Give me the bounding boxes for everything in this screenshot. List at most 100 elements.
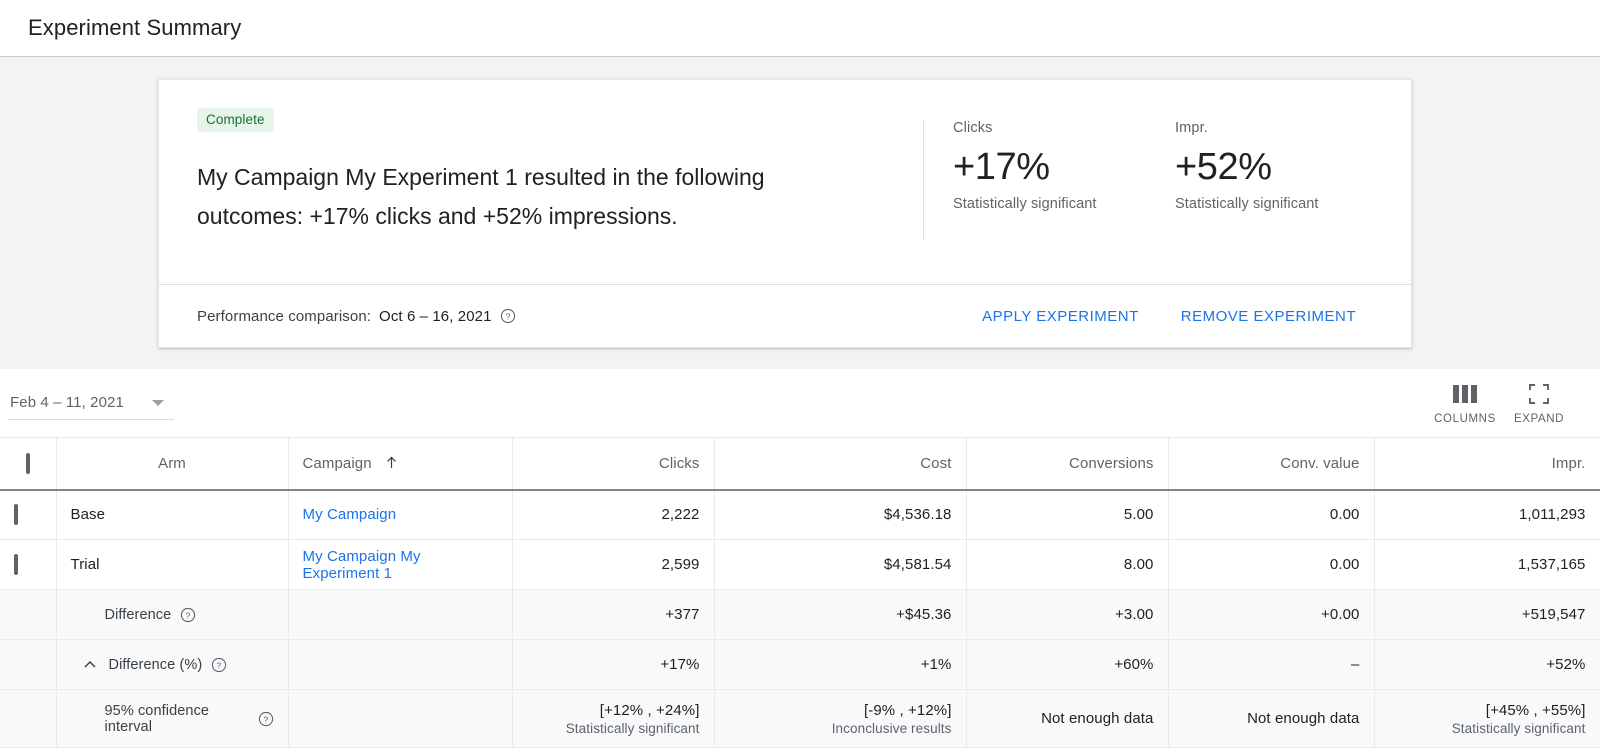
ci-impr-value: [+45% , +55%] — [1389, 702, 1586, 719]
row-checkbox[interactable] — [14, 504, 18, 525]
cell-conv-value: – — [1168, 640, 1374, 690]
cell-cost: +$45.36 — [714, 590, 966, 640]
row-select-cell — [0, 540, 56, 590]
expand-button[interactable]: EXPAND — [1502, 382, 1576, 425]
row-select-cell — [0, 640, 56, 690]
apply-experiment-button[interactable]: APPLY EXPERIMENT — [982, 302, 1139, 331]
help-circle-icon[interactable]: ? — [211, 657, 227, 673]
cell-campaign — [288, 640, 512, 690]
column-header-conversions[interactable]: Conversions — [966, 438, 1168, 490]
cell-cost: $4,536.18 — [714, 490, 966, 540]
table-row-confidence-interval: 95% confidence interval ? [+12% , +24%] … — [0, 690, 1600, 748]
card-left: Complete My Campaign My Experiment 1 res… — [197, 106, 923, 254]
metric-clicks-value: +17% — [953, 142, 1175, 192]
performance-comparison-range: Oct 6 – 16, 2021 — [379, 308, 492, 325]
column-header-cost[interactable]: Cost — [714, 438, 966, 490]
table-row-difference: Difference ? +377 +$45.36 +3.00 +0.00 +5… — [0, 590, 1600, 640]
metric-clicks-significance: Statistically significant — [953, 196, 1175, 212]
column-header-clicks[interactable]: Clicks — [512, 438, 714, 490]
cell-impr: [+45% , +55%] Statistically significant — [1374, 690, 1600, 748]
page-header: Experiment Summary — [0, 0, 1600, 57]
metric-clicks: Clicks +17% Statistically significant — [953, 120, 1175, 240]
card-footer: Performance comparison: Oct 6 – 16, 2021… — [159, 284, 1411, 347]
cell-conv-value: Not enough data — [1168, 690, 1374, 748]
metric-clicks-label: Clicks — [953, 120, 1175, 136]
cell-conversions: Not enough data — [966, 690, 1168, 748]
column-header-arm[interactable]: Arm — [56, 438, 288, 490]
table-row: Trial My Campaign My Experiment 1 2,599 … — [0, 540, 1600, 590]
svg-text:?: ? — [186, 610, 191, 620]
cell-conversions: +3.00 — [966, 590, 1168, 640]
card-body: Complete My Campaign My Experiment 1 res… — [159, 80, 1411, 284]
metric-impr-value: +52% — [1175, 142, 1397, 192]
campaign-link[interactable]: My Campaign — [303, 506, 397, 523]
help-circle-icon[interactable]: ? — [258, 711, 274, 727]
status-badge: Complete — [197, 108, 274, 132]
cell-impr: 1,011,293 — [1374, 490, 1600, 540]
cell-clicks: +17% — [512, 640, 714, 690]
ci-impr-note: Statistically significant — [1389, 721, 1586, 736]
performance-comparison-label: Performance comparison: — [197, 308, 371, 325]
cell-conversions: +60% — [966, 640, 1168, 690]
cell-arm: Difference ? — [56, 590, 288, 640]
cell-cost: +1% — [714, 640, 966, 690]
experiment-data-table: Arm Campaign Clicks Cost Conversions Con… — [0, 437, 1600, 748]
ci-clicks-value: [+12% , +24%] — [527, 702, 700, 719]
chevron-down-icon — [152, 400, 164, 406]
cell-clicks: 2,222 — [512, 490, 714, 540]
cell-arm: 95% confidence interval ? — [56, 690, 288, 748]
columns-button-label: COLUMNS — [1434, 413, 1496, 425]
cell-conv-value: 0.00 — [1168, 490, 1374, 540]
column-header-conv-value[interactable]: Conv. value — [1168, 438, 1374, 490]
cell-clicks: +377 — [512, 590, 714, 640]
cell-clicks: 2,599 — [512, 540, 714, 590]
cell-conv-value: +0.00 — [1168, 590, 1374, 640]
row-select-cell — [0, 490, 56, 540]
cell-conversions: 5.00 — [966, 490, 1168, 540]
cell-impr: +519,547 — [1374, 590, 1600, 640]
cell-conversions: 8.00 — [966, 540, 1168, 590]
campaign-link[interactable]: My Campaign My Experiment 1 — [303, 548, 421, 582]
table-row: Base My Campaign 2,222 $4,536.18 5.00 0.… — [0, 490, 1600, 540]
ci-clicks-note: Statistically significant — [527, 721, 700, 736]
row-checkbox[interactable] — [14, 554, 18, 575]
row-select-cell — [0, 690, 56, 748]
cell-cost: [-9% , +12%] Inconclusive results — [714, 690, 966, 748]
metric-impr: Impr. +52% Statistically significant — [1175, 120, 1397, 240]
metric-impr-significance: Statistically significant — [1175, 196, 1397, 212]
cell-campaign: My Campaign My Experiment 1 — [288, 540, 512, 590]
metric-impr-label: Impr. — [1175, 120, 1397, 136]
summary-canvas: Complete My Campaign My Experiment 1 res… — [0, 57, 1600, 369]
help-circle-icon[interactable]: ? — [500, 308, 516, 324]
remove-experiment-button[interactable]: REMOVE EXPERIMENT — [1181, 302, 1356, 331]
table-header-row: Arm Campaign Clicks Cost Conversions Con… — [0, 438, 1600, 490]
card-metrics: Clicks +17% Statistically significant Im… — [923, 120, 1397, 240]
chevron-up-icon[interactable] — [79, 654, 101, 676]
column-header-campaign[interactable]: Campaign — [288, 438, 512, 490]
select-all-checkbox[interactable] — [26, 453, 30, 474]
column-header-impr[interactable]: Impr. — [1374, 438, 1600, 490]
difference-label: Difference — [105, 607, 172, 623]
cell-conv-value: 0.00 — [1168, 540, 1374, 590]
svg-text:?: ? — [217, 660, 222, 670]
svg-text:?: ? — [263, 714, 268, 724]
column-header-campaign-label: Campaign — [303, 455, 372, 472]
date-range-picker[interactable]: Feb 4 – 11, 2021 — [8, 386, 174, 420]
table-row-difference-percent: Difference (%) ? +17% +1% +60% – +52% — [0, 640, 1600, 690]
cell-arm: Base — [56, 490, 288, 540]
cell-campaign — [288, 590, 512, 640]
page-title: Experiment Summary — [28, 15, 241, 41]
ci-cost-note: Inconclusive results — [729, 721, 952, 736]
columns-button[interactable]: COLUMNS — [1428, 382, 1502, 425]
cell-clicks: [+12% , +24%] Statistically significant — [512, 690, 714, 748]
help-circle-icon[interactable]: ? — [180, 607, 196, 623]
cell-impr: 1,537,165 — [1374, 540, 1600, 590]
expand-icon — [1528, 382, 1550, 406]
cell-arm: Trial — [56, 540, 288, 590]
table-toolbar: Feb 4 – 11, 2021 COLUMNS EXPAND — [0, 369, 1600, 437]
arrow-up-icon — [385, 455, 398, 472]
confidence-interval-label: 95% confidence interval — [105, 703, 249, 735]
cell-arm: Difference (%) ? — [56, 640, 288, 690]
cell-cost: $4,581.54 — [714, 540, 966, 590]
expand-button-label: EXPAND — [1514, 413, 1564, 425]
